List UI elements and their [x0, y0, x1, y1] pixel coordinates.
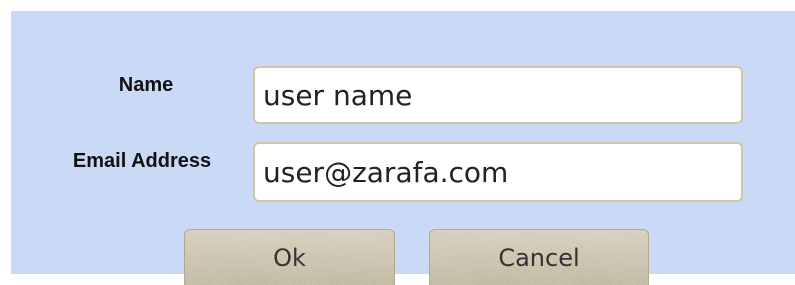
- name-input[interactable]: [253, 66, 743, 124]
- name-label: Name: [118, 74, 174, 96]
- email-address-label: Email Address: [72, 150, 212, 172]
- cancel-button[interactable]: Cancel: [429, 229, 649, 285]
- user-details-dialog: Name Email Address Ok Cancel: [11, 11, 795, 285]
- ok-button[interactable]: Ok: [184, 229, 395, 285]
- email-address-input[interactable]: [253, 142, 743, 202]
